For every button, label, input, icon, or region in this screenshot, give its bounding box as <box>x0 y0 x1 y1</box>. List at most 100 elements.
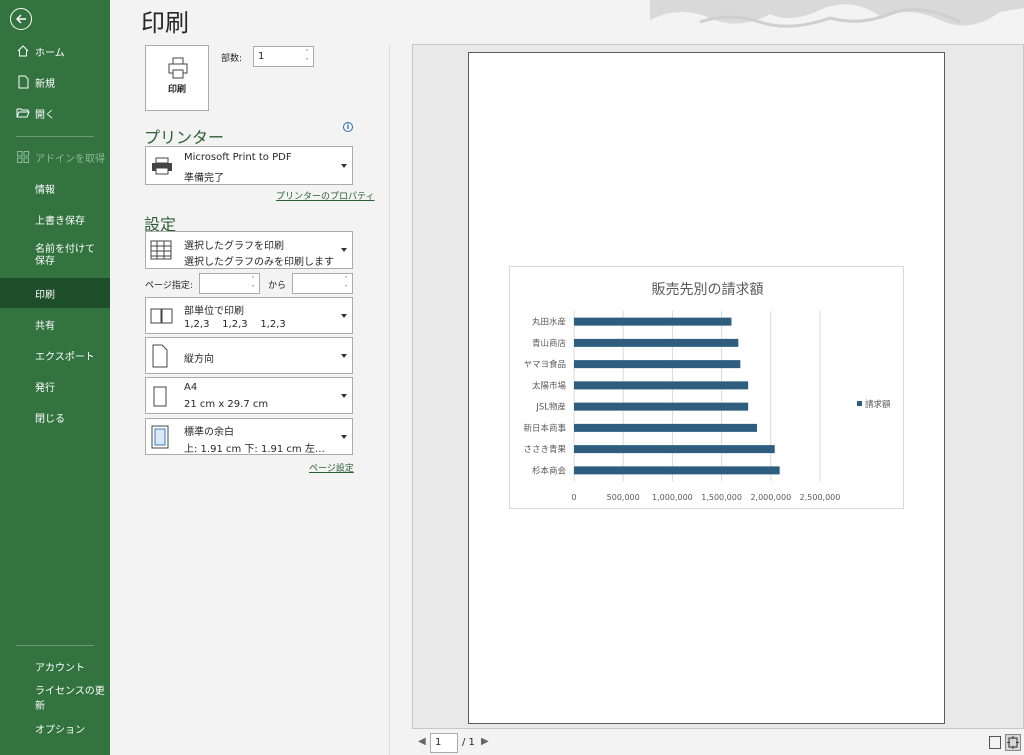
previous-page-icon[interactable]: ◀ <box>418 736 426 747</box>
pages-to-input[interactable]: ˄ ˅ <box>292 273 353 294</box>
sheet-grid-icon <box>150 240 172 260</box>
y-category-label: 青山商店 <box>532 338 567 349</box>
sidebar-item-options[interactable]: オプション <box>0 713 110 743</box>
printer-small-icon <box>152 157 172 175</box>
printer-name: Microsoft Print to PDF <box>184 152 292 163</box>
sidebar-item-license-renewal[interactable]: ライセンスの更新 <box>0 682 110 712</box>
paper-size-line2: 21 cm x 29.7 cm <box>184 399 269 410</box>
sidebar-item-home[interactable]: ホーム <box>0 36 110 66</box>
sidebar-item-share[interactable]: 共有 <box>0 309 110 339</box>
margins-line2: 上: 1.91 cm 下: 1.91 cm 左… <box>184 444 325 455</box>
sidebar-item-label: 閉じる <box>35 413 65 425</box>
bar <box>574 381 749 390</box>
copies-label: 部数: <box>221 54 243 64</box>
sidebar-item-label: オプション <box>35 724 85 736</box>
x-tick-label: 0 <box>571 493 576 502</box>
page-title: 印刷 <box>141 9 189 37</box>
back-arrow-icon[interactable] <box>10 8 32 30</box>
chevron-down-icon <box>341 313 347 318</box>
total-pages: / 1 <box>462 737 475 748</box>
paper-size-line1: A4 <box>184 382 198 393</box>
pages-from-input[interactable]: ˄ ˅ <box>199 273 260 294</box>
next-page-icon[interactable]: ▶ <box>481 736 489 747</box>
sidebar-item-publish[interactable]: 発行 <box>0 371 110 401</box>
stepper-arrows-icon[interactable]: ˄ ˅ <box>342 275 350 293</box>
sidebar-item-account[interactable]: アカウント <box>0 651 110 681</box>
bar <box>574 402 749 411</box>
print-button[interactable]: 印刷 <box>145 45 209 111</box>
printer-heading: プリンター <box>144 128 225 147</box>
collate-pages-icon <box>150 308 173 324</box>
y-category-label: 太陽市場 <box>532 380 567 391</box>
current-page-input[interactable]: 1 <box>430 733 458 753</box>
chevron-down-icon <box>341 434 347 439</box>
show-margins-icon[interactable] <box>989 736 1001 749</box>
chevron-down-icon <box>341 248 347 252</box>
sidebar-item-save-as[interactable]: 名前を付けて保存 <box>0 238 110 274</box>
y-category-label: 丸田水産 <box>532 317 566 328</box>
sidebar-item-info[interactable]: 情報 <box>0 173 110 203</box>
stepper-arrows-icon[interactable]: ˄ ˅ <box>249 275 257 293</box>
print-what-dropdown[interactable]: 選択したグラフを印刷 選択したグラフのみを印刷します <box>145 231 353 269</box>
zoom-to-page-icon[interactable] <box>1005 734 1021 751</box>
page-setup-link[interactable]: ページ設定 <box>309 461 354 474</box>
new-document-icon <box>16 75 30 89</box>
y-category-label: ささき青果 <box>523 444 566 455</box>
collation-line2: 1,2,3 1,2,3 1,2,3 <box>184 319 286 330</box>
y-category-label: JSL物産 <box>535 402 566 413</box>
sidebar-item-label: ライセンスの更新 <box>35 686 105 712</box>
margins-icon <box>151 425 169 449</box>
chevron-down-icon <box>341 353 347 358</box>
printer-properties-link[interactable]: プリンターのプロパティ <box>276 189 374 202</box>
sidebar-separator <box>16 136 94 137</box>
x-tick-label: 1,000,000 <box>652 493 693 502</box>
chevron-down-icon <box>341 163 347 168</box>
info-icon[interactable]: i <box>343 122 353 132</box>
sidebar-item-label: 共有 <box>35 320 55 332</box>
sidebar-item-label: 情報 <box>35 184 55 196</box>
copies-stepper[interactable]: 1 ˄ ˅ <box>253 46 314 67</box>
sidebar-item-label: 発行 <box>35 382 55 394</box>
home-icon <box>16 44 30 58</box>
printer-status: 準備完了 <box>184 173 224 184</box>
sidebar-item-label: アカウント <box>35 662 85 674</box>
bar-chart: 販売先別の請求額 0 500,000 1,000,000 1,500,000 2,000… <box>509 266 904 509</box>
sidebar-item-save[interactable]: 上書き保存 <box>0 204 110 234</box>
sidebar-separator <box>16 645 94 646</box>
margins-line1: 標準の余白 <box>184 427 234 438</box>
addins-icon <box>16 150 30 164</box>
sidebar-item-label: アドインを取得 <box>35 153 105 165</box>
collation-dropdown[interactable]: 部単位で印刷 1,2,3 1,2,3 1,2,3 <box>145 297 353 334</box>
sidebar-item-open[interactable]: 開く <box>0 98 110 128</box>
sidebar-item-export[interactable]: エクスポート <box>0 340 110 370</box>
sidebar-item-label: エクスポート <box>35 351 95 363</box>
sidebar-item-label: 開く <box>35 109 55 121</box>
stepper-arrows-icon[interactable]: ˄ ˅ <box>303 48 311 66</box>
bar <box>574 317 732 326</box>
open-folder-icon <box>16 106 30 120</box>
sidebar-item-new[interactable]: 新規 <box>0 67 110 97</box>
chevron-down-icon <box>341 393 347 398</box>
sidebar-item-close[interactable]: 閉じる <box>0 402 110 432</box>
print-button-label: 印刷 <box>167 85 186 95</box>
legend-label: 請求額 <box>865 399 891 410</box>
printer-icon <box>168 57 188 79</box>
backstage-sidebar: ホーム 新規 開く アドインを取得 情報 上書き保存 名前を付けて保存 印刷 共… <box>0 0 110 755</box>
orientation-dropdown[interactable]: 縦方向 <box>145 337 353 374</box>
paper-size-dropdown[interactable]: A4 21 cm x 29.7 cm <box>145 377 353 414</box>
collation-line1: 部単位で印刷 <box>184 306 244 317</box>
pages-label: ページ指定: <box>145 281 193 291</box>
y-category-label: 新日本商事 <box>523 423 566 434</box>
sidebar-item-print[interactable]: 印刷 <box>0 278 110 308</box>
y-category-label: ヤマヨ食品 <box>523 359 566 370</box>
sidebar-item-label: 上書き保存 <box>35 215 85 227</box>
sidebar-item-label: 印刷 <box>35 289 55 301</box>
printer-dropdown[interactable]: Microsoft Print to PDF 準備完了 <box>145 146 353 185</box>
bar <box>574 445 775 454</box>
copies-value: 1 <box>258 51 265 62</box>
x-tick-label: 500,000 <box>607 493 640 502</box>
print-what-line2: 選択したグラフのみを印刷します <box>184 257 334 268</box>
margins-dropdown[interactable]: 標準の余白 上: 1.91 cm 下: 1.91 cm 左… <box>145 418 353 455</box>
chart-plot: 0 500,000 1,000,000 1,500,000 2,000,000 2,500… <box>523 311 891 502</box>
bar <box>574 338 739 347</box>
